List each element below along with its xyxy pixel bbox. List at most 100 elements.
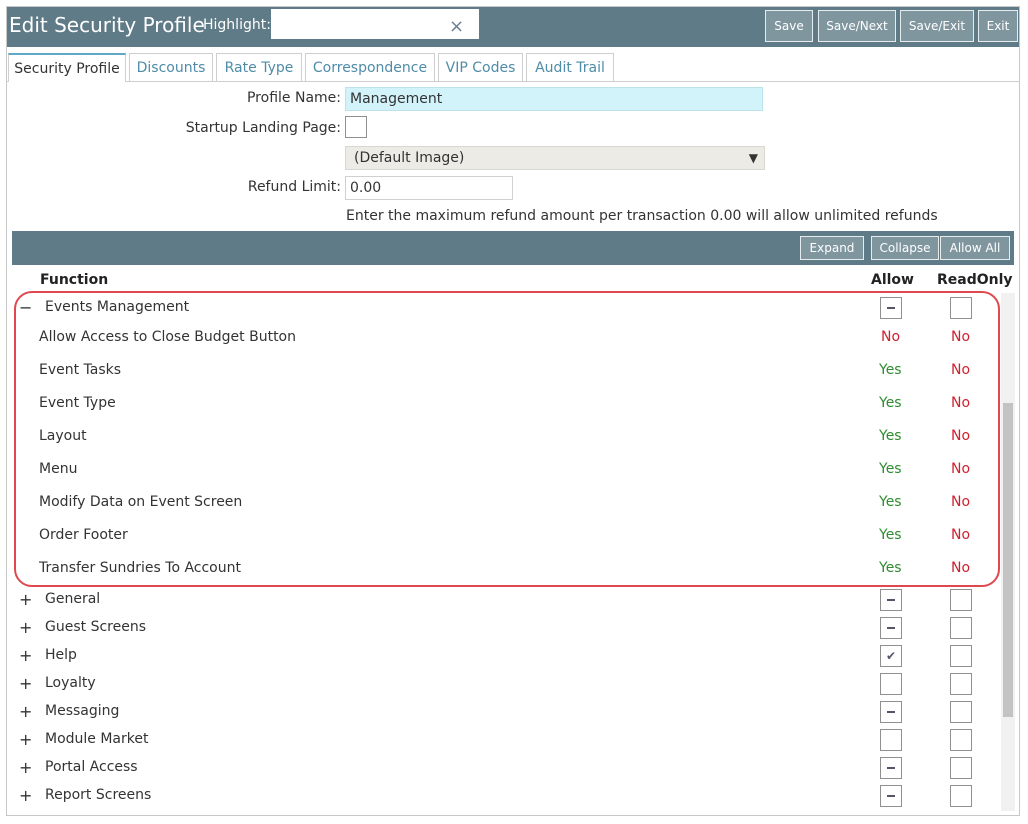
chevron-down-icon: ▼ xyxy=(748,151,758,165)
refund-limit-input[interactable]: 0.00 xyxy=(345,176,513,200)
group-name: General xyxy=(45,591,101,607)
readonly-value[interactable]: No xyxy=(951,560,970,576)
readonly-checkbox[interactable] xyxy=(950,757,972,779)
partial-dash-icon xyxy=(887,711,895,713)
allow-value[interactable]: No xyxy=(881,329,900,345)
tab-correspondence[interactable]: Correspondence xyxy=(305,53,435,81)
tab-vip-codes[interactable]: VIP Codes xyxy=(438,53,523,81)
allow-checkbox[interactable] xyxy=(880,729,902,751)
expand-group-icon[interactable]: + xyxy=(19,618,32,637)
tab-audit-trail[interactable]: Audit Trail xyxy=(526,53,614,81)
group-name: Portal Access xyxy=(45,759,138,775)
refund-limit-label: Refund Limit: xyxy=(247,179,341,195)
tab-rate-type[interactable]: Rate Type xyxy=(216,53,302,81)
allow-checkbox[interactable] xyxy=(880,673,902,695)
group-name: Report Screens xyxy=(45,787,152,803)
function-name: Event Tasks xyxy=(39,362,122,378)
function-name: Modify Data on Event Screen xyxy=(39,494,243,510)
group-name: Module Market xyxy=(45,731,149,747)
readonly-checkbox[interactable] xyxy=(950,673,972,695)
readonly-checkbox[interactable] xyxy=(950,785,972,807)
readonly-value[interactable]: No xyxy=(951,329,970,345)
allow-all-button[interactable]: Allow All xyxy=(940,236,1010,260)
group-name: Events Management xyxy=(45,299,190,315)
allow-value[interactable]: Yes xyxy=(879,428,902,444)
profile-name-label: Profile Name: xyxy=(246,90,341,106)
highlight-input[interactable] xyxy=(271,9,479,39)
expand-group-icon[interactable]: + xyxy=(19,646,32,665)
edit-security-profile-window: Edit Security Profile Highlight: × Save … xyxy=(6,6,1020,816)
partial-dash-icon xyxy=(887,627,895,629)
save-exit-button[interactable]: Save/Exit xyxy=(900,10,974,42)
readonly-value[interactable]: No xyxy=(951,494,970,510)
readonly-value[interactable]: No xyxy=(951,428,970,444)
clear-highlight-icon[interactable]: × xyxy=(449,16,464,37)
allow-checkbox-partial[interactable] xyxy=(880,785,902,807)
function-name: Layout xyxy=(39,428,87,444)
partial-dash-icon xyxy=(887,599,895,601)
readonly-checkbox[interactable] xyxy=(950,645,972,667)
allow-value[interactable]: Yes xyxy=(879,362,902,378)
readonly-checkbox[interactable] xyxy=(950,701,972,723)
allow-value[interactable]: Yes xyxy=(879,560,902,576)
profile-name-input[interactable]: Management xyxy=(345,87,763,111)
grid-toolbar: Expand Collapse Allow All xyxy=(12,231,1014,265)
function-name: Event Type xyxy=(39,395,116,411)
allow-checkbox-partial[interactable] xyxy=(880,701,902,723)
expand-group-icon[interactable]: + xyxy=(19,674,32,693)
function-name: Allow Access to Close Budget Button xyxy=(39,329,296,345)
expand-group-icon[interactable]: + xyxy=(19,702,32,721)
highlight-label: Highlight: xyxy=(203,17,271,33)
allow-column-header: Allow xyxy=(871,272,914,288)
group-name: Help xyxy=(45,647,77,663)
function-name: Order Footer xyxy=(39,527,128,543)
startup-landing-page-picker[interactable] xyxy=(345,116,367,138)
readonly-checkbox[interactable] xyxy=(950,617,972,639)
image-select-value: (Default Image) xyxy=(354,150,465,166)
partial-dash-icon xyxy=(887,307,895,309)
expand-group-icon[interactable]: + xyxy=(19,786,32,805)
allow-value[interactable]: Yes xyxy=(879,395,902,411)
save-next-button[interactable]: Save/Next xyxy=(818,10,896,42)
tab-security-profile[interactable]: Security Profile xyxy=(8,53,126,82)
allow-checkbox-partial[interactable] xyxy=(880,297,902,319)
expand-button[interactable]: Expand xyxy=(800,236,864,260)
group-name: Loyalty xyxy=(45,675,96,691)
allow-value[interactable]: Yes xyxy=(879,494,902,510)
readonly-value[interactable]: No xyxy=(951,395,970,411)
readonly-value[interactable]: No xyxy=(951,461,970,477)
expand-group-icon[interactable]: + xyxy=(19,590,32,609)
image-select[interactable]: (Default Image) ▼ xyxy=(345,146,765,170)
group-name: Guest Screens xyxy=(45,619,146,635)
save-button[interactable]: Save xyxy=(765,10,813,42)
allow-value[interactable]: Yes xyxy=(879,461,902,477)
expand-group-icon[interactable]: + xyxy=(19,758,32,777)
readonly-column-header: ReadOnly xyxy=(937,272,1013,288)
function-name: Transfer Sundries To Account xyxy=(39,560,241,576)
allow-checkbox-partial[interactable] xyxy=(880,589,902,611)
page-title: Edit Security Profile xyxy=(9,13,205,37)
allow-value[interactable]: Yes xyxy=(879,527,902,543)
readonly-value[interactable]: No xyxy=(951,362,970,378)
tab-bar: Security Profile Discounts Rate Type Cor… xyxy=(7,53,1019,82)
exit-button[interactable]: Exit xyxy=(978,10,1018,42)
readonly-value[interactable]: No xyxy=(951,527,970,543)
allow-checkbox-partial[interactable] xyxy=(880,757,902,779)
function-column-header: Function xyxy=(40,272,109,288)
collapse-button[interactable]: Collapse xyxy=(871,236,939,260)
partial-dash-icon xyxy=(887,767,895,769)
title-bar: Edit Security Profile Highlight: × Save … xyxy=(7,7,1019,47)
group-name: Messaging xyxy=(45,703,120,719)
function-name: Menu xyxy=(39,461,78,477)
tab-discounts[interactable]: Discounts xyxy=(129,53,213,81)
scrollbar-thumb[interactable] xyxy=(1003,403,1013,717)
expand-group-icon[interactable]: + xyxy=(19,730,32,749)
allow-checkbox-checked[interactable]: ✔ xyxy=(880,645,902,667)
readonly-checkbox[interactable] xyxy=(950,297,972,319)
allow-checkbox-partial[interactable] xyxy=(880,617,902,639)
collapse-group-icon[interactable]: − xyxy=(19,298,32,317)
readonly-checkbox[interactable] xyxy=(950,589,972,611)
readonly-checkbox[interactable] xyxy=(950,729,972,751)
refund-limit-hint: Enter the maximum refund amount per tran… xyxy=(346,208,938,224)
startup-landing-page-label: Startup Landing Page: xyxy=(185,120,341,136)
